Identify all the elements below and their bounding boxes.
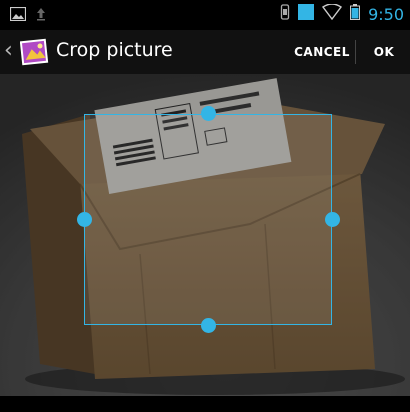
page-title: Crop picture xyxy=(56,39,173,61)
crop-handle-left[interactable] xyxy=(77,212,92,227)
cancel-button[interactable]: CANCEL xyxy=(290,30,354,74)
crop-handle-top[interactable] xyxy=(201,106,216,121)
wifi-icon xyxy=(322,3,343,24)
ok-button[interactable]: OK xyxy=(362,30,406,74)
crop-handle-bottom[interactable] xyxy=(201,318,216,333)
battery-icon xyxy=(350,4,361,24)
action-divider xyxy=(355,40,356,64)
vibrate-icon xyxy=(280,4,290,24)
image-notification-icon xyxy=(9,6,27,25)
upload-notification-icon xyxy=(36,6,46,25)
system-icons: 9:50 xyxy=(280,3,404,24)
gallery-app-icon[interactable] xyxy=(19,37,50,67)
bluetooth-signal-icon xyxy=(298,4,315,24)
notification-icons xyxy=(9,6,46,25)
crop-handle-right[interactable] xyxy=(325,212,340,227)
action-bar: ‹ Crop picture CANCEL OK xyxy=(0,30,410,74)
crop-frame[interactable] xyxy=(84,114,332,325)
bottom-bar xyxy=(0,396,410,412)
status-clock: 9:50 xyxy=(368,4,404,24)
photo-canvas[interactable] xyxy=(0,74,410,396)
status-bar: 9:50 xyxy=(0,0,410,30)
back-chevron-icon[interactable]: ‹ xyxy=(4,38,13,64)
